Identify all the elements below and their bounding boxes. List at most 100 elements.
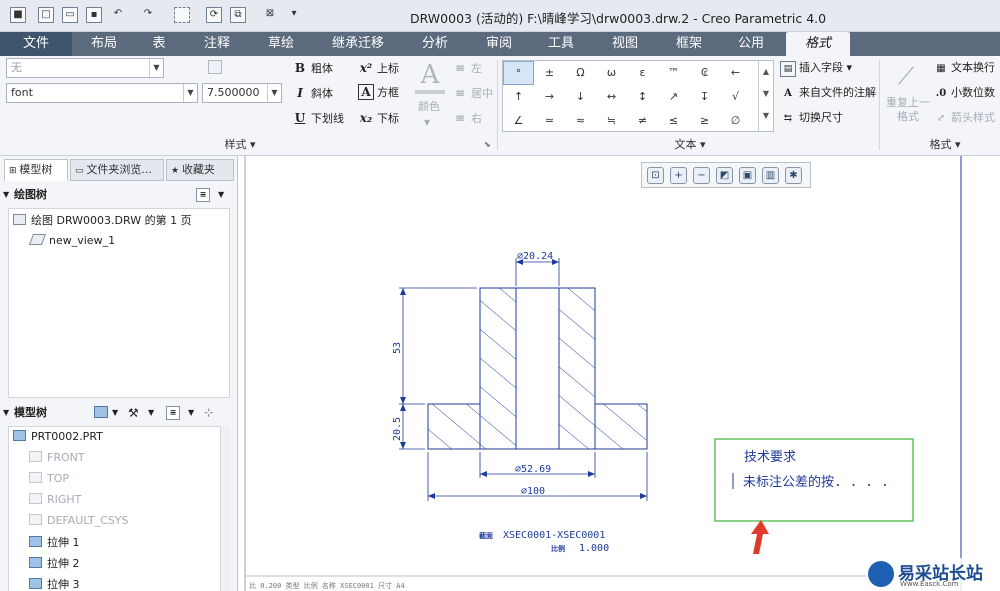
symbol-angle[interactable]: ∠ [503,109,534,133]
select-box-icon[interactable] [174,7,190,23]
drawing-tree-header[interactable]: ▼ 绘图树 ≡ ▼ [0,184,237,206]
tab-frame[interactable]: 框架 [660,32,718,56]
group-text-label[interactable]: 文本 ▾ [650,136,730,152]
tab-file[interactable]: 文件 [0,32,72,56]
superscript-button[interactable]: x² 上标 [358,59,399,77]
dialog-launcher-icon[interactable]: ⬊ [484,140,491,149]
chevron-down-icon[interactable]: ▼ [149,59,163,77]
undo-icon[interactable]: ↶ [110,7,126,23]
group-format-label[interactable]: 格式 ▾ [910,136,980,152]
decimal-places-button[interactable]: .0 小数位数 [934,84,995,102]
tab-model-tree[interactable]: ⊞ 模型树 [4,159,68,181]
note-text[interactable]: 未标注公差的按. . . . [743,474,889,490]
align-right-button[interactable]: ≡ 右 [452,109,482,127]
tree-settings-icon[interactable]: ≡ [166,406,180,420]
tab-legacy-migration[interactable]: 继承迁移 [316,32,400,56]
copy-style-icon[interactable] [208,60,222,74]
tab-annotate[interactable]: 注释 [188,32,246,56]
symbol-greater-equal[interactable]: ≥ [689,109,720,133]
chevron-down-icon[interactable]: ▼ [148,402,154,424]
repeat-last-format-label[interactable]: 重复上一格式 [886,96,930,126]
symbol-arrow-ud[interactable]: ↕ [627,85,658,109]
tab-format[interactable]: 格式 [786,32,850,56]
repeat-format-icon[interactable]: ⟋ [890,60,922,92]
subscript-button[interactable]: x₂ 下标 [358,109,399,127]
bold-button[interactable]: B 粗体 [292,59,333,77]
chevron-down-icon[interactable]: ▼ [188,402,194,424]
symbol-arrow-up[interactable]: ↑ [503,85,534,109]
symbol-ohm[interactable]: Ω [565,61,596,85]
tab-folder-browser[interactable]: ▭ 文件夹浏览... [70,159,164,181]
symbol-almost-equal[interactable]: ≈ [565,109,596,133]
tree-item-right-plane[interactable]: RIGHT [29,490,81,510]
font-size-input[interactable]: 7.500000 ▼ [202,83,282,103]
tab-common[interactable]: 公用 [722,32,780,56]
tree-settings-icon[interactable]: ≡ [196,188,210,202]
tab-layout[interactable]: 布局 [76,32,132,56]
windows-icon[interactable]: ⧉ [230,7,246,23]
symbol-plus-minus[interactable]: ± [534,61,565,85]
collapse-arrow-icon[interactable]: ▼ [3,402,9,424]
from-file-button[interactable]: A 来自文件的注解 [780,84,876,102]
tab-favorites[interactable]: ★ 收藏夹 [166,159,234,181]
dim-total-height[interactable]: 53 [392,342,403,354]
symbol-arrow-left[interactable]: ← [720,61,751,85]
text-color-icon[interactable]: A [415,60,445,90]
symbol-trademark[interactable]: ™ [658,61,689,85]
symbol-depth[interactable]: ↧ [689,85,720,109]
filter-icon[interactable]: ⊹ [204,402,213,424]
tab-analysis[interactable]: 分析 [406,32,464,56]
symbol-scrollbar[interactable]: ▲ ▼ ▼ [758,61,773,131]
annotation-display-icon[interactable]: ✱ [785,167,802,184]
underline-button[interactable]: U 下划线 [292,109,344,127]
tree-item-view[interactable]: new_view_1 [28,231,115,251]
text-wrap-button[interactable]: ▦ 文本换行 [934,59,995,77]
dim-bottom-diameter[interactable]: ∅100 [521,486,545,497]
symbol-arrow-lr[interactable]: ↔ [596,85,627,109]
tree-item-extrude-2[interactable]: 拉伸 2 [29,554,80,574]
chevron-down-icon[interactable]: ▼ [112,402,118,424]
tree-item-default-csys[interactable]: DEFAULT_CSYS [29,511,129,531]
dim-mid-diameter[interactable]: ∅52.69 [515,464,551,475]
sheet-icon[interactable]: ▥ [762,167,779,184]
drawing-sheet[interactable]: ∅20.24 ∅52.69 ∅100 53 20.5 截面 XSEC0001-X… [239,156,1000,591]
scale-value[interactable]: 1.000 [579,543,609,554]
tab-sketch[interactable]: 草绘 [252,32,310,56]
chevron-down-icon[interactable]: ▼ [218,184,224,206]
toggle-dimension-button[interactable]: ⇆ 切换尺寸 [780,109,843,127]
note-title[interactable]: 技术要求 [744,450,796,465]
open-folder-icon[interactable]: ▭ [62,7,78,23]
arrow-style-button[interactable]: ⤢ 箭头样式 [934,109,995,127]
symbol-omega[interactable]: ω [596,61,627,85]
chevron-down-icon[interactable]: ▼ [424,114,430,132]
tree-item-extrude-1[interactable]: 拉伸 1 [29,533,80,553]
save-icon[interactable]: ▪ [86,7,102,23]
group-style-label[interactable]: 样式 ▾ [200,136,280,152]
regenerate-icon[interactable]: ⟳ [206,7,222,23]
box-button[interactable]: A 方框 [358,84,399,102]
zoom-out-icon[interactable]: − [693,167,710,184]
symbol-diameter[interactable]: ∅ [720,109,751,133]
customize-dropdown-icon[interactable]: ▾ [286,7,302,23]
section-name[interactable]: XSEC0001-XSEC0001 [503,530,605,541]
repaint-icon[interactable]: ◩ [716,167,733,184]
insert-field-button[interactable]: ▤ 插入字段 ▾ [780,59,852,77]
dim-top-diameter[interactable]: ∅20.24 [517,251,553,262]
tree-item-front-plane[interactable]: FRONT [29,448,85,468]
font-select[interactable]: font ▼ [6,83,198,103]
symbol-centerline[interactable]: ₢ [689,61,720,85]
chevron-down-icon[interactable]: ▼ [183,84,197,102]
tab-table[interactable]: 表 [136,32,182,56]
align-left-button[interactable]: ≡ 左 [452,59,482,77]
symbol-less-equal[interactable]: ≤ [658,109,689,133]
tab-tools[interactable]: 工具 [532,32,590,56]
new-file-icon[interactable]: □ [38,7,54,23]
redo-icon[interactable]: ↷ [140,7,156,23]
tools-icon[interactable]: ⚒ [128,402,139,424]
show-icon[interactable] [94,406,108,418]
text-style-select[interactable]: 无 ▼ [6,58,164,78]
close-window-icon[interactable]: ⊠ [262,7,278,23]
chevron-down-icon[interactable]: ▼ [267,84,281,102]
symbol-arrow-down[interactable]: ↓ [565,85,596,109]
symbol-epsilon[interactable]: ɛ [627,61,658,85]
